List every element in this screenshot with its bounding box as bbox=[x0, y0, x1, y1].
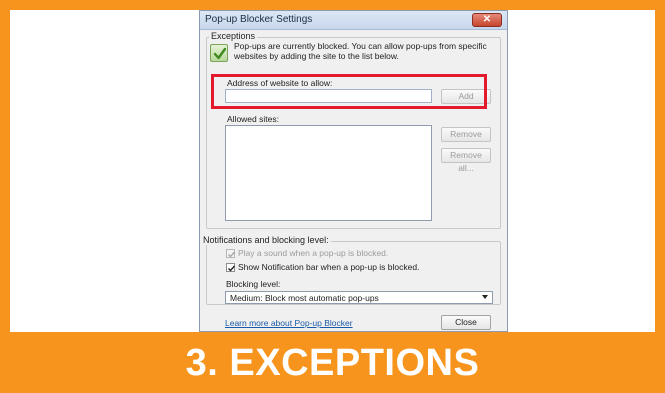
exceptions-group-label: Exceptions bbox=[209, 31, 258, 41]
play-sound-checkbox[interactable] bbox=[226, 249, 236, 258]
window-close-button[interactable]: ✕ bbox=[472, 13, 502, 27]
notifications-group-label: Notifications and blocking level: bbox=[201, 235, 331, 245]
exceptions-description-line1: Pop-ups are currently blocked. You can a… bbox=[234, 41, 487, 51]
popup-blocker-dialog: Pop-up Blocker Settings ✕ Exceptions Pop… bbox=[199, 10, 508, 332]
highlight-box bbox=[211, 74, 487, 109]
remove-button[interactable]: Remove bbox=[441, 127, 491, 142]
show-notification-bar-checkbox[interactable] bbox=[226, 263, 236, 272]
allowed-sites-list[interactable] bbox=[225, 125, 432, 221]
remove-all-button[interactable]: Remove all... bbox=[441, 148, 491, 173]
title-bar: Pop-up Blocker Settings ✕ bbox=[200, 11, 507, 30]
allowed-sites-label: Allowed sites: bbox=[227, 114, 279, 124]
blocking-level-label: Blocking level: bbox=[226, 279, 281, 289]
screenshot-area: Pop-up Blocker Settings ✕ Exceptions Pop… bbox=[10, 10, 655, 332]
exceptions-description-line2: websites by adding the site to the list … bbox=[234, 51, 399, 61]
show-notification-bar-label: Show Notification bar when a pop-up is b… bbox=[238, 262, 420, 272]
caption-title: 3. EXCEPTIONS bbox=[185, 342, 480, 384]
learn-more-link[interactable]: Learn more about Pop-up Blocker bbox=[225, 318, 353, 328]
close-button[interactable]: Close bbox=[441, 315, 491, 330]
blocking-level-select[interactable]: Medium: Block most automatic pop-ups bbox=[225, 291, 493, 304]
play-sound-label: Play a sound when a pop-up is blocked. bbox=[238, 248, 389, 258]
check-shield-icon bbox=[210, 44, 228, 62]
blocking-level-value: Medium: Block most automatic pop-ups bbox=[230, 293, 379, 303]
dialog-title: Pop-up Blocker Settings bbox=[205, 14, 313, 25]
chevron-down-icon bbox=[482, 295, 488, 299]
